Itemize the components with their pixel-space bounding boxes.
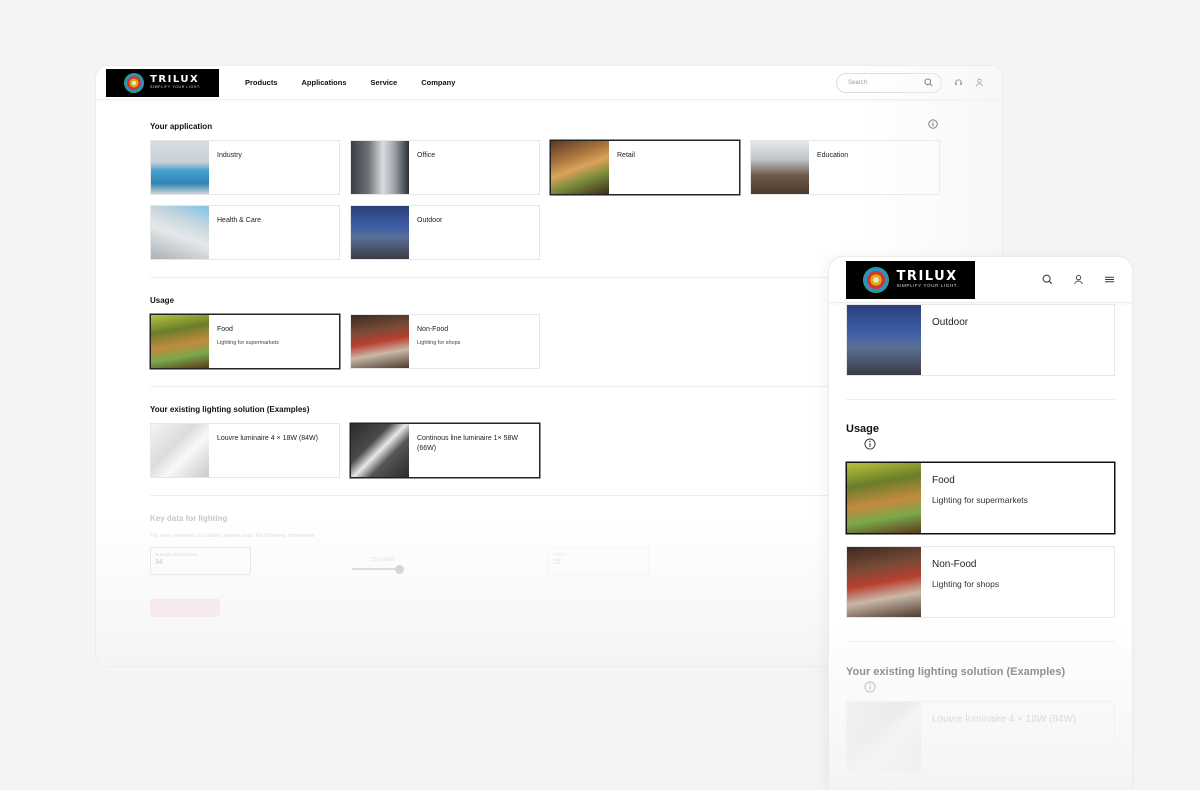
- logo-wordmark: TRILUX: [150, 74, 200, 86]
- application-card-health-care[interactable]: Health & Care: [150, 205, 340, 260]
- search-placeholder: Search: [848, 79, 868, 86]
- mobile-header: TRILUX SIMPLIFY YOUR LIGHT.: [829, 257, 1132, 303]
- application-card-outdoor[interactable]: Outdoor: [350, 205, 540, 260]
- industry-image: [151, 141, 209, 194]
- health-care-image: [151, 206, 209, 259]
- luminaires-label: Number of luminaires: [155, 552, 198, 557]
- card-label: Food: [217, 326, 233, 333]
- retail-image: [551, 141, 609, 194]
- card-subtitle: Lighting for shops: [417, 339, 461, 346]
- price-input-value: 25: [553, 559, 561, 566]
- existing-card-louvre[interactable]: Louvre luminaire 4 × 18W (84W): [150, 423, 340, 478]
- card-label: Continous line luminaire 1× 58W (66W): [417, 435, 518, 452]
- nav-products[interactable]: Products: [245, 78, 278, 87]
- office-image: [351, 141, 409, 194]
- usage-title: Usage: [846, 423, 880, 435]
- application-card-industry[interactable]: Industry: [150, 140, 340, 195]
- card-label: Outdoor: [932, 317, 969, 328]
- mobile-application-card-outdoor[interactable]: Outdoor: [846, 304, 1115, 376]
- card-label: Food: [932, 475, 955, 486]
- card-label: Outdoor: [417, 217, 443, 224]
- card-label: Industry: [217, 152, 242, 159]
- slider-handle[interactable]: [395, 564, 404, 574]
- mobile-usage-card-food[interactable]: Food Lighting for supermarkets: [846, 462, 1115, 534]
- card-label: Education: [817, 152, 849, 159]
- nav-company[interactable]: Company: [421, 78, 455, 87]
- info-icon[interactable]: [928, 119, 938, 129]
- trilux-logo[interactable]: TRILUX SIMPLIFY YOUR LIGHT.: [106, 68, 219, 97]
- trilux-logo-icon: [862, 266, 889, 293]
- card-label: Louvre luminaire 4 × 18W (84W): [217, 435, 318, 442]
- outdoor-image: [351, 206, 409, 259]
- existing-card-continous-line[interactable]: Continous line luminaire 1× 58W (66W): [350, 423, 540, 478]
- nav-service[interactable]: Service: [371, 78, 398, 87]
- luminaires-value: 34: [155, 559, 163, 566]
- application-section: Your application Industry Office Retail: [150, 119, 948, 278]
- info-icon[interactable]: [864, 681, 876, 693]
- usage-card-food[interactable]: Food Lighting for supermarkets: [150, 314, 340, 369]
- search-icon[interactable]: [924, 78, 933, 87]
- mobile-usage-section: Usage Food Lighting for supermarkets Non…: [846, 423, 1115, 618]
- application-card-office[interactable]: Office: [350, 140, 540, 195]
- nav-applications[interactable]: Applications: [302, 78, 347, 87]
- calculate-button[interactable]: [150, 599, 220, 617]
- user-icon[interactable]: [1073, 274, 1084, 285]
- price-input-label: ct/kWh: [553, 552, 567, 557]
- trilux-logo-icon: [124, 72, 145, 93]
- card-label: Retail: [617, 152, 635, 159]
- non-food-image: [351, 315, 409, 368]
- price-slider[interactable]: 25 ct/kWh: [352, 557, 404, 574]
- logo-tagline: SIMPLIFY YOUR LIGHT.: [896, 283, 959, 289]
- trilux-logo[interactable]: TRILUX SIMPLIFY YOUR LIGHT.: [846, 260, 975, 299]
- card-label: Non-Food: [417, 326, 449, 333]
- card-subtitle: Lighting for supermarkets: [217, 339, 280, 346]
- outdoor-image: [847, 305, 921, 375]
- card-label: Health & Care: [217, 217, 261, 224]
- existing-solution-title: Your existing lighting solution (Example…: [846, 666, 1066, 678]
- continous-line-image: [351, 424, 409, 477]
- application-card-education[interactable]: Education: [750, 140, 940, 195]
- non-food-image: [847, 547, 921, 617]
- headset-icon[interactable]: [954, 78, 963, 87]
- site-header: TRILUX SIMPLIFY YOUR LIGHT. Products App…: [96, 66, 1002, 100]
- mobile-existing-card-louvre[interactable]: Louvre luminaire 4 × 18W (84W): [846, 701, 1115, 773]
- card-label: Louvre luminaire 4 × 18W (84W): [932, 714, 1077, 725]
- application-title: Your application: [150, 122, 213, 131]
- card-label: Non-Food: [932, 559, 977, 570]
- menu-icon[interactable]: [1104, 274, 1115, 285]
- price-input[interactable]: ct/kWh 25: [548, 547, 649, 575]
- user-icon[interactable]: [975, 78, 984, 87]
- card-label: Office: [417, 152, 436, 159]
- education-image: [751, 141, 809, 194]
- usage-card-non-food[interactable]: Non-Food Lighting for shops: [350, 314, 540, 369]
- louvre-luminaire-image: [151, 424, 209, 477]
- search-icon[interactable]: [1042, 274, 1053, 285]
- food-image: [847, 463, 921, 533]
- card-subtitle: Lighting for supermarkets: [932, 495, 1028, 505]
- main-nav: Products Applications Service Company: [245, 78, 455, 87]
- mobile-window: TRILUX SIMPLIFY YOUR LIGHT. Outdoor Usag…: [829, 257, 1132, 790]
- louvre-luminaire-image: [847, 702, 921, 772]
- info-icon[interactable]: [864, 438, 876, 450]
- mobile-usage-card-non-food[interactable]: Non-Food Lighting for shops: [846, 546, 1115, 618]
- food-image: [151, 315, 209, 368]
- logo-tagline: SIMPLIFY YOUR LIGHT.: [150, 85, 201, 90]
- card-subtitle: Lighting for shops: [932, 579, 1000, 589]
- slider-track[interactable]: [352, 564, 404, 574]
- mobile-existing-section: Your existing lighting solution (Example…: [846, 666, 1115, 773]
- luminaires-count-input[interactable]: Number of luminaires 34: [150, 547, 251, 575]
- price-slider-label: 25 ct/kWh: [370, 557, 396, 563]
- application-card-retail[interactable]: Retail: [550, 140, 740, 195]
- logo-wordmark: TRILUX: [896, 269, 958, 285]
- search-input[interactable]: Search: [836, 72, 942, 93]
